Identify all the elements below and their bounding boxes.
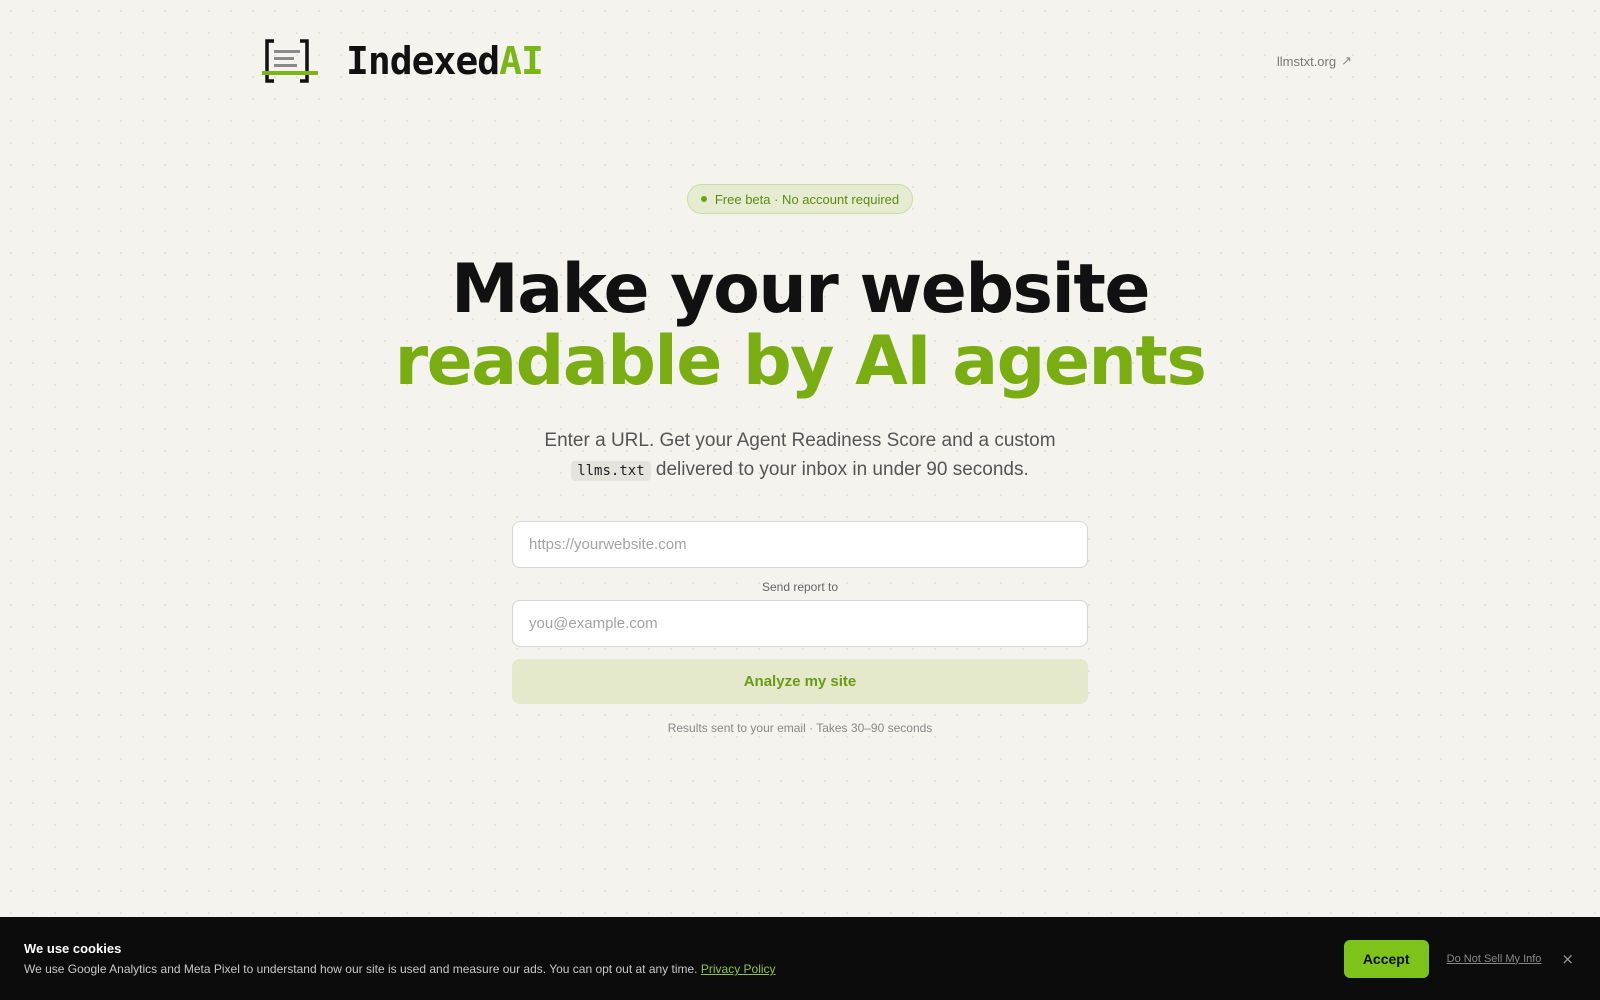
form-note: Results sent to your email · Takes 30–90… — [667, 721, 933, 735]
cookie-description: We use Google Analytics and Meta Pixel t… — [24, 962, 698, 976]
hero-subtitle-part2: delivered to your inbox in under 90 seco… — [655, 459, 1029, 480]
cookie-banner: We use cookies We use Google Analytics a… — [0, 917, 1600, 1000]
do-not-sell-link[interactable]: Do Not Sell My Info — [1447, 953, 1542, 965]
document-bracket-logo-icon — [262, 39, 318, 83]
hero-title: Make your website readable by AI agents — [0, 254, 1600, 398]
hero-title-line1: Make your website — [451, 250, 1150, 329]
hero-subtitle: Enter a URL. Get your Agent Readiness Sc… — [480, 426, 1120, 486]
beta-badge: Free beta · No account required — [686, 184, 914, 214]
external-arrow-icon: ↗ — [1341, 53, 1352, 68]
llmstxt-link-label: llmstxt.org — [1276, 53, 1337, 69]
llms-txt-code: llms.txt — [571, 461, 651, 481]
brand-name-main: Indexed — [346, 39, 500, 83]
site-header: IndexedAI llmstxt.org ↗ — [262, 36, 1352, 86]
status-dot-icon — [700, 196, 707, 202]
hero: Free beta · No account required Make you… — [0, 184, 1600, 486]
hero-subtitle-part1: Enter a URL. Get your Agent Readiness Sc… — [544, 430, 1056, 451]
analyze-form: Send report to Analyze my site Results s… — [512, 521, 1088, 735]
brand-name-accent: AI — [499, 39, 544, 83]
cookie-copy: We use cookies We use Google Analytics a… — [24, 941, 776, 976]
brand-name: IndexedAI — [346, 39, 544, 83]
hero-title-line2: readable by AI agents — [394, 322, 1207, 401]
cookie-text: We use Google Analytics and Meta Pixel t… — [24, 962, 776, 976]
cookie-title: We use cookies — [24, 941, 122, 956]
accept-cookies-button[interactable]: Accept — [1343, 939, 1429, 978]
privacy-policy-link[interactable]: Privacy Policy — [701, 962, 776, 976]
email-label: Send report to — [761, 580, 839, 594]
email-input[interactable] — [512, 600, 1088, 647]
brand[interactable]: IndexedAI — [262, 38, 544, 84]
cookie-actions: Accept Do Not Sell My Info × — [1343, 939, 1576, 978]
url-input[interactable] — [512, 521, 1088, 568]
close-icon[interactable]: × — [1559, 950, 1576, 968]
analyze-button[interactable]: Analyze my site — [512, 659, 1088, 704]
llmstxt-link[interactable]: llmstxt.org ↗ — [1277, 53, 1352, 69]
beta-badge-text: Free beta · No account required — [714, 191, 900, 207]
